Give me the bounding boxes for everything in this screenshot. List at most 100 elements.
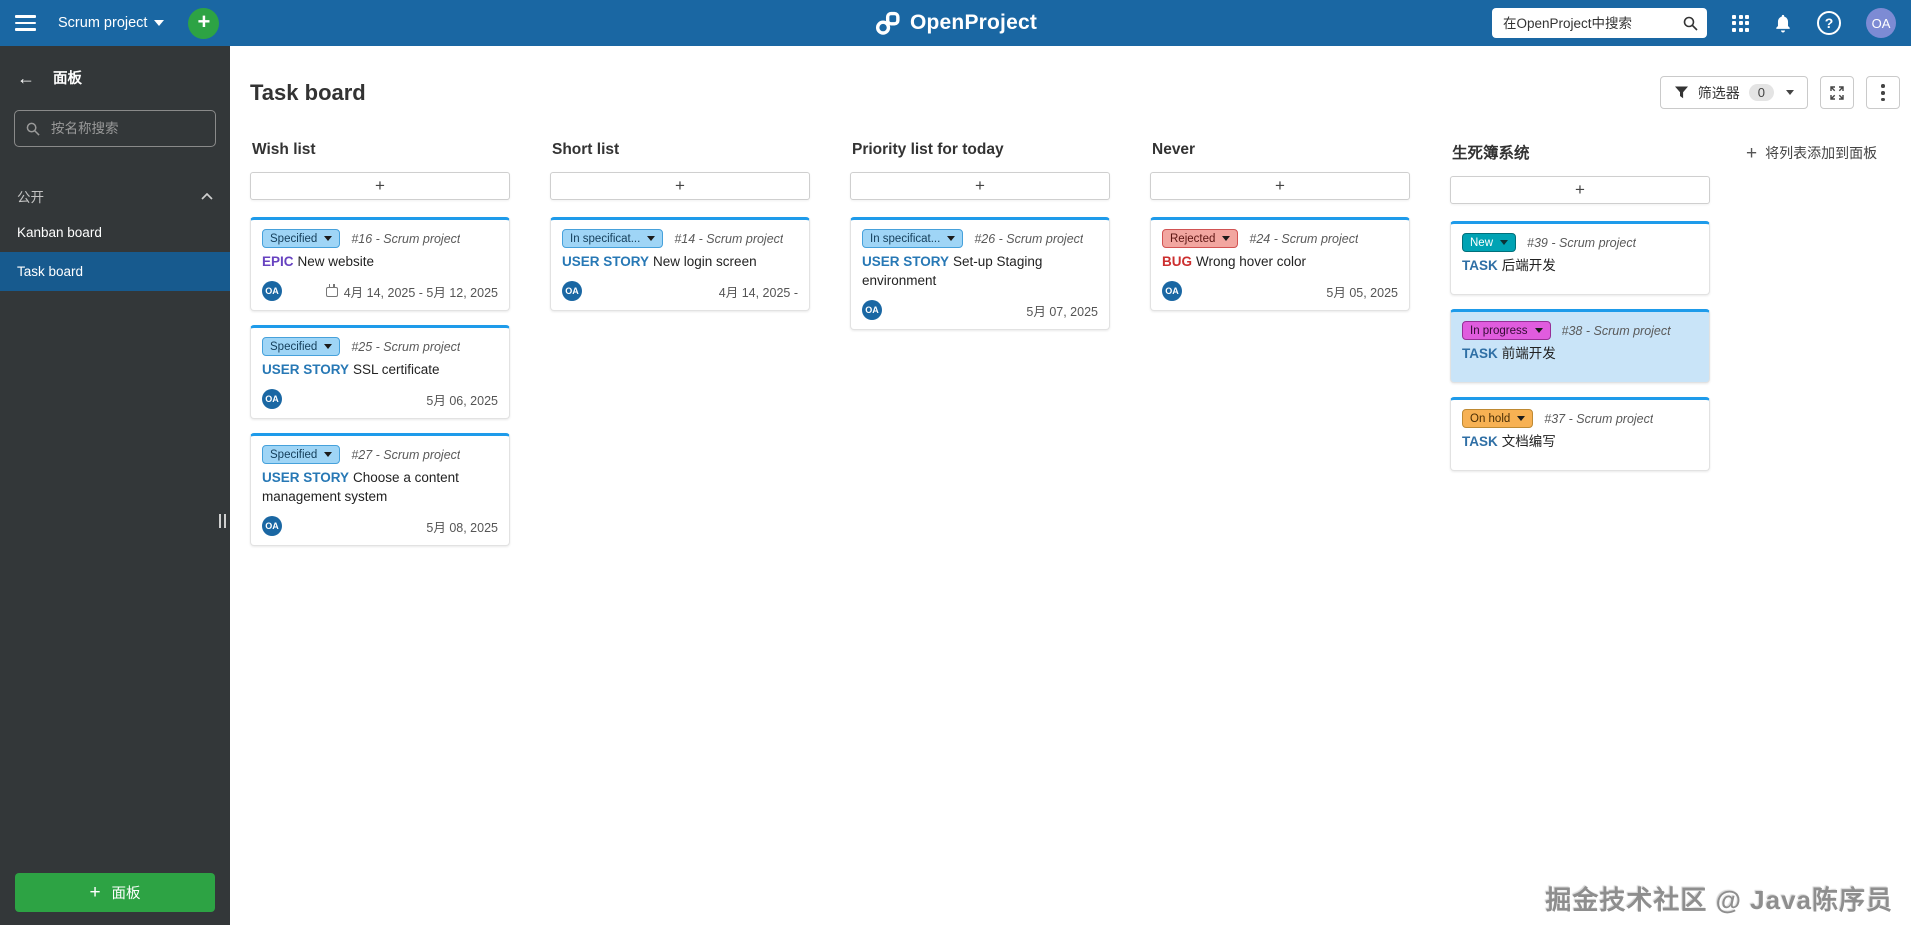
card-list: In specificat... #14 - Scrum project USER … (550, 217, 810, 312)
logo-text: OpenProject (909, 11, 1038, 34)
board-column: 生死簿系统 + New #39 - Scrum project TASK 后端开发 In p… (1450, 141, 1710, 472)
board-column: Priority list for today + In specificat...… (850, 141, 1110, 331)
main-toolbar: Task board 筛选器 0 (230, 46, 1911, 126)
add-card-button[interactable]: + (1150, 172, 1410, 201)
status-badge[interactable]: Rejected (1162, 229, 1239, 249)
task-card[interactable]: In progress #38 - Scrum project TASK 前端开发 (1450, 309, 1710, 384)
sidebar-search[interactable] (14, 110, 216, 147)
card-title: EPIC New website (262, 253, 498, 272)
task-card[interactable]: On hold #37 - Scrum project TASK 文档编写 (1450, 397, 1710, 472)
status-badge[interactable]: On hold (1462, 409, 1534, 429)
status-badge-label: In progress (1470, 324, 1528, 337)
status-badge[interactable]: Specified (262, 229, 341, 249)
board-column: Never + Rejected #24 - Scrum project BUG Wron… (1150, 141, 1410, 312)
sidebar-search-input[interactable] (49, 120, 204, 137)
global-search[interactable] (1492, 8, 1707, 38)
chevron-down-icon (324, 452, 333, 458)
task-card[interactable]: New #39 - Scrum project TASK 后端开发 (1450, 221, 1710, 296)
work-package-type: USER STORY (862, 254, 950, 270)
card-title: USER STORY Choose a content management sy… (262, 469, 498, 507)
task-card[interactable]: Specified #27 - Scrum project USER STORY Ch… (250, 433, 510, 547)
top-bar: Scrum project + OpenProject ? OA (0, 0, 1911, 46)
card-dates: 5月 05, 2025 (1326, 282, 1398, 301)
card-footer: OA 5月 08, 2025 (262, 516, 498, 537)
task-card[interactable]: Specified #16 - Scrum project EPIC New webs… (250, 217, 510, 312)
task-card[interactable]: In specificat... #14 - Scrum project USER … (550, 217, 810, 312)
card-title: USER STORY Set-up Staging environment (862, 253, 1098, 291)
assignee-avatar[interactable]: OA (1162, 281, 1182, 302)
filter-button[interactable]: 筛选器 0 (1659, 76, 1808, 110)
search-icon[interactable] (1683, 16, 1698, 31)
column-title: Short list (552, 141, 620, 159)
assignee-avatar[interactable]: OA (862, 300, 882, 321)
toolbar-actions: 筛选器 0 (1659, 76, 1900, 110)
board-columns: Wish list + Specified #16 - Scrum project EP… (250, 141, 1710, 547)
help-icon[interactable]: ? (1817, 11, 1841, 35)
date-icon (325, 284, 338, 298)
kebab-menu-icon (1881, 84, 1885, 102)
project-selector[interactable]: Scrum project (58, 15, 165, 31)
add-card-button[interactable]: + (250, 172, 510, 201)
fullscreen-button[interactable] (1820, 76, 1854, 110)
chevron-down-icon (154, 20, 165, 26)
work-package-type: EPIC (262, 254, 294, 270)
status-badge[interactable]: In specificat... (562, 229, 664, 249)
new-board-button-label: 面板 (111, 886, 141, 902)
card-dates: 5月 07, 2025 (1026, 301, 1098, 320)
fullscreen-icon (1830, 86, 1844, 100)
assignee-avatar[interactable]: OA (262, 281, 282, 302)
new-board-button[interactable]: + 面板 (15, 873, 215, 912)
status-badge-label: In specificat... (570, 232, 641, 245)
card-meta: #26 - Scrum project (974, 231, 1084, 246)
user-avatar[interactable]: OA (1866, 8, 1896, 38)
status-badge-label: Rejected (1170, 232, 1216, 245)
hamburger-menu-icon[interactable] (15, 11, 36, 35)
card-footer: OA 4月 14, 2025 - 5月 12, 2025 (262, 281, 498, 302)
task-card[interactable]: In specificat... #26 - Scrum project USER … (850, 217, 1110, 331)
sidebar-item-kanban-board[interactable]: Kanban board (0, 213, 230, 252)
column-title: 生死簿系统 (1452, 145, 1530, 163)
status-badge[interactable]: New (1462, 233, 1517, 253)
openproject-logo[interactable]: OpenProject (874, 10, 1037, 37)
card-top-row: New #39 - Scrum project (1462, 233, 1698, 253)
status-badge[interactable]: Specified (262, 445, 341, 465)
chevron-down-icon (1534, 328, 1543, 334)
sidebar-item-task-board[interactable]: Task board (0, 252, 230, 291)
assignee-avatar[interactable]: OA (262, 389, 282, 410)
card-date-text: 5月 08, 2025 (426, 520, 498, 535)
chevron-down-icon (1222, 236, 1231, 242)
card-top-row: Rejected #24 - Scrum project (1162, 229, 1398, 249)
card-footer: OA 5月 07, 2025 (862, 300, 1098, 321)
search-icon (26, 122, 40, 136)
sidebar-header: ← 面板 (0, 46, 230, 101)
sidebar-resize-handle[interactable] (218, 514, 226, 528)
global-search-input[interactable] (1501, 14, 1677, 32)
card-meta: #37 - Scrum project (1544, 411, 1654, 426)
task-card[interactable]: Rejected #24 - Scrum project BUG Wrong hove… (1150, 217, 1410, 312)
card-top-row: In progress #38 - Scrum project (1462, 321, 1698, 341)
work-package-type: BUG (1162, 254, 1192, 270)
plus-icon: + (197, 9, 211, 34)
back-arrow-icon[interactable]: ← (17, 69, 35, 87)
add-card-button[interactable]: + (550, 172, 810, 201)
sidebar-section-public[interactable]: 公开 (0, 179, 230, 213)
board-column: Wish list + Specified #16 - Scrum project EP… (250, 141, 510, 547)
page-title: Task board (250, 79, 366, 105)
add-card-button[interactable]: + (850, 172, 1110, 201)
assignee-avatar[interactable]: OA (262, 516, 282, 537)
add-list-button[interactable]: + 将列表添加到面板 (1746, 143, 1877, 163)
quick-add-button[interactable]: + (188, 7, 220, 39)
modules-grid-icon[interactable] (1732, 14, 1749, 32)
assignee-avatar[interactable]: OA (562, 281, 582, 302)
status-badge[interactable]: Specified (262, 337, 341, 357)
add-card-button[interactable]: + (1450, 176, 1710, 205)
task-card[interactable]: Specified #25 - Scrum project USER STORY SS… (250, 325, 510, 420)
filter-button-label: 筛选器 (1697, 84, 1740, 101)
notifications-bell-icon[interactable] (1774, 14, 1792, 33)
status-badge[interactable]: In progress (1462, 321, 1551, 341)
chevron-down-icon (324, 236, 333, 242)
more-options-button[interactable] (1866, 76, 1900, 110)
card-top-row: In specificat... #26 - Scrum project (862, 229, 1098, 249)
status-badge[interactable]: In specificat... (862, 229, 964, 249)
card-list: Rejected #24 - Scrum project BUG Wrong hove… (1150, 217, 1410, 312)
